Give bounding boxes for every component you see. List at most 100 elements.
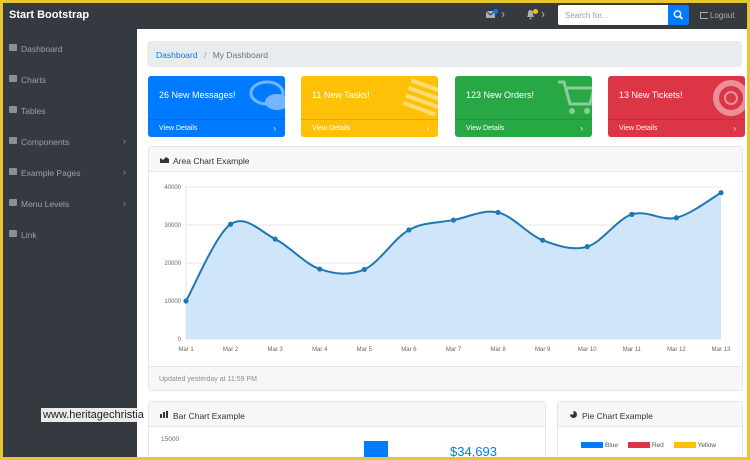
x-tick-label: Mar 12 [667,347,686,353]
breadcrumb-current: My Dashboard [212,50,268,60]
data-point [317,266,323,272]
search-icon [673,10,684,20]
chevron-right-icon: › [123,198,126,208]
sidebar-item-dashboard[interactable]: Dashboard [3,33,137,64]
y-tick-label: 0 [178,337,182,343]
view-details-label: View Details [312,125,351,132]
sidebar-item-example-pages[interactable]: Example Pages › [3,157,137,188]
main-content: Dashboard / My Dashboard 26 New Messages… [137,29,747,457]
chevron-right-icon: › [273,124,276,133]
breadcrumb-home-link[interactable]: Dashboard [156,50,198,60]
file-icon [9,168,17,175]
sidebar-item-label: Tables [21,106,46,116]
data-point [718,190,724,196]
watermark-text: www.heritagechristia [41,408,146,422]
data-point [406,227,412,233]
chevron-right-icon: › [733,124,736,133]
data-point [227,221,234,227]
tickets-card: 13 New Tickets! View Details › [608,76,745,137]
breadcrumb-separator: / [203,50,207,60]
card-footer-link[interactable]: View Details › [301,119,438,137]
search-button[interactable] [668,5,689,25]
chevron-right-icon: › [123,167,126,177]
y-tick-label: 10000 [164,299,181,305]
view-details-label: View Details [159,125,198,132]
legend-label: Blue [605,442,619,449]
data-point [584,244,590,250]
sidebar-item-tables[interactable]: Tables [3,95,137,126]
x-tick-label: Mar 6 [401,347,417,353]
panel-header: Bar Chart Example [149,402,545,427]
navbar-brand[interactable]: Start Bootstrap [9,9,89,21]
sitemap-icon [9,199,17,206]
sidebar-item-label: Dashboard [21,44,63,54]
sidebar: Dashboard Charts Tables Components › Exa… [3,29,137,457]
legend-label: Yellow [697,442,717,449]
sidebar-item-link[interactable]: Link [3,219,137,250]
search-input[interactable]: Search for... [558,5,668,25]
area-chart-icon [160,157,169,163]
x-tick-label: Mar 11 [623,347,642,353]
top-navbar: Start Bootstrap Search for... Logout [3,3,747,29]
bar-chart-bar [364,441,388,457]
card-footer-link[interactable]: View Details › [455,119,592,137]
alerts-dropdown[interactable] [526,9,548,23]
pie-chart-title: Pie Chart Example [582,411,653,421]
message-badge [493,9,498,14]
x-tick-label: Mar 3 [267,347,283,353]
logout-label: Logout [710,11,735,20]
pie-chart-icon [570,411,577,418]
sidebar-item-label: Components [21,137,70,147]
chevron-right-icon: › [426,124,429,133]
breadcrumb: Dashboard / My Dashboard [147,41,742,67]
card-footer-link[interactable]: View Details › [148,119,285,137]
x-tick-label: Mar 4 [312,347,328,353]
legend-swatch-red [627,442,650,448]
x-tick-label: Mar 2 [223,347,239,353]
x-tick-label: Mar 9 [535,347,551,353]
data-point [361,266,367,273]
link-icon [9,230,17,237]
bar-chart-title: Bar Chart Example [173,411,245,421]
dashboard-icon [9,44,17,51]
x-tick-label: Mar 1 [178,347,194,353]
logout-link[interactable]: Logout [700,11,734,20]
sidebar-item-label: Menu Levels [21,199,70,209]
sidebar-item-components[interactable]: Components › [3,126,137,157]
tasks-card: 11 New Tasks! View Details › [301,76,438,137]
messages-dropdown[interactable] [486,9,508,23]
x-tick-label: Mar 10 [578,347,597,353]
life-ring-icon [713,80,745,116]
view-details-label: View Details [619,125,658,132]
area-chart: 0 10000 20000 30000 40000 Mar 1 Mar 2 Mar 3 Mar … [164,185,731,353]
y-tick-label: 20000 [164,261,181,267]
x-tick-label: Mar 13 [712,347,731,353]
card-title: 26 New Messages! [159,90,236,100]
sidebar-item-label: Charts [21,75,47,85]
chevron-right-icon: › [123,136,126,146]
list-icon [402,78,438,117]
card-title: 11 New Tasks! [312,90,370,100]
data-point [183,298,189,304]
y-tick-label: 40000 [164,185,181,191]
data-point [673,215,680,221]
sign-out-icon [700,12,708,19]
updated-text: Updated yesterday at 11:59 PM [159,376,257,383]
alert-badge [533,9,538,14]
card-footer-link[interactable]: View Details › [608,119,745,137]
sidebar-item-charts[interactable]: Charts [3,64,137,95]
view-details-label: View Details [466,125,505,132]
data-point [495,209,501,216]
legend-swatch-blue [581,442,603,448]
x-tick-label: Mar 8 [490,347,506,353]
y-tick-label: 30000 [164,223,181,229]
orders-card: 123 New Orders! View Details › [455,76,592,137]
area-chart-panel: Area Chart Example 0 10000 20000 30000 40000… [148,146,743,391]
comments-icon [249,80,285,110]
sidebar-item-menu-levels[interactable]: Menu Levels › [3,188,137,219]
data-point [540,237,546,243]
x-tick-label: Mar 5 [357,347,373,353]
legend-swatch-yellow [673,442,696,448]
x-tick-label: Mar 7 [446,347,462,353]
bar-chart-value: $34,693 [450,444,497,457]
